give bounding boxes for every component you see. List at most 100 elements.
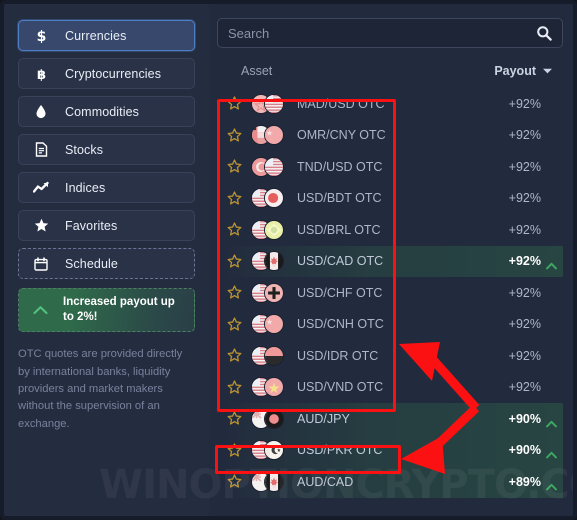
column-header-payout-sort[interactable]: Payout bbox=[494, 62, 557, 80]
favorite-star-icon[interactable] bbox=[227, 474, 242, 489]
sidebar-item-label: Commodities bbox=[65, 104, 140, 119]
favorite-star-icon[interactable] bbox=[227, 317, 242, 332]
currency-pair-flags bbox=[251, 219, 291, 241]
payout-value: +92% bbox=[508, 317, 541, 332]
payout-value: +92% bbox=[508, 191, 541, 206]
asset-name: USD/CHF OTC bbox=[297, 285, 383, 300]
asset-name: USD/IDR OTC bbox=[297, 348, 379, 363]
favorite-star-icon[interactable] bbox=[227, 411, 242, 426]
chevron-up-icon bbox=[29, 305, 51, 315]
svg-text:$: $ bbox=[36, 29, 46, 44]
currency-pair-flags bbox=[251, 282, 291, 304]
payout-cell: +92% bbox=[509, 223, 563, 237]
flag-icon-us bbox=[264, 93, 284, 114]
trend-placeholder bbox=[546, 289, 557, 297]
payout-cell: +89% bbox=[509, 475, 563, 491]
document-icon bbox=[31, 142, 51, 157]
favorite-star-icon[interactable] bbox=[227, 380, 242, 395]
currency-pair-flags bbox=[251, 124, 291, 146]
increased-payout-banner[interactable]: Increased payout up to 2%! bbox=[18, 288, 195, 333]
search-icon[interactable] bbox=[536, 25, 552, 41]
sidebar-item-favorites[interactable]: Favorites bbox=[18, 210, 195, 241]
list-column-headers: Asset Payout bbox=[217, 56, 563, 86]
flag-icon-ca bbox=[264, 471, 284, 492]
asset-name: AUD/CAD bbox=[297, 474, 354, 489]
payout-value: +92% bbox=[508, 159, 541, 174]
droplet-icon bbox=[31, 104, 51, 119]
flag-icon-ca bbox=[264, 251, 284, 272]
flag-icon-cn bbox=[264, 314, 284, 335]
favorite-star-icon[interactable] bbox=[227, 191, 242, 206]
star-icon bbox=[31, 218, 51, 233]
otc-disclaimer-text: OTC quotes are provided directly by inte… bbox=[18, 348, 183, 430]
search-bar[interactable] bbox=[217, 18, 563, 48]
currency-pair-flags bbox=[251, 250, 291, 272]
sidebar-item-cryptocurrencies[interactable]: ฿ Cryptocurrencies bbox=[18, 58, 195, 89]
favorite-star-icon[interactable] bbox=[227, 96, 242, 111]
asset-name: MAD/USD OTC bbox=[297, 96, 385, 111]
payout-cell: +92% bbox=[509, 317, 563, 331]
trend-up-chevron-icon bbox=[546, 415, 557, 428]
payout-value: +92% bbox=[508, 380, 541, 395]
asset-name: USD/BRL OTC bbox=[297, 222, 381, 237]
sidebar-item-currencies[interactable]: $ Currencies bbox=[18, 20, 195, 51]
trend-placeholder bbox=[546, 131, 557, 139]
currency-pair-flags bbox=[251, 156, 291, 178]
column-header-payout: Payout bbox=[494, 64, 536, 78]
asset-name: AUD/JPY bbox=[297, 411, 350, 426]
asset-row[interactable]: OMR/CNY OTC +92% bbox=[217, 120, 563, 152]
asset-name: USD/CAD OTC bbox=[297, 254, 384, 269]
asset-row[interactable]: USD/BRL OTC +92% bbox=[217, 214, 563, 246]
asset-row[interactable]: USD/CAD OTC +92% bbox=[217, 245, 563, 277]
favorite-star-icon[interactable] bbox=[227, 443, 242, 458]
asset-row[interactable]: AUD/CAD +89% bbox=[217, 466, 563, 498]
favorite-star-icon[interactable] bbox=[227, 128, 242, 143]
asset-row[interactable]: USD/IDR OTC +92% bbox=[217, 340, 563, 372]
asset-name: USD/PKR OTC bbox=[297, 443, 383, 458]
sidebar-item-label: Stocks bbox=[65, 142, 104, 157]
favorite-star-icon[interactable] bbox=[227, 348, 242, 363]
asset-row[interactable]: USD/CHF OTC +92% bbox=[217, 277, 563, 309]
payout-value: +92% bbox=[508, 128, 541, 143]
currency-pair-flags bbox=[251, 408, 291, 430]
currency-pair-flags bbox=[251, 93, 291, 115]
favorite-star-icon[interactable] bbox=[227, 254, 242, 269]
favorite-star-icon[interactable] bbox=[227, 159, 242, 174]
currency-pair-flags bbox=[251, 471, 291, 493]
trend-placeholder bbox=[546, 226, 557, 234]
asset-list-panel: Asset Payout MAD/USD OTC +92% OMR/CNY OTC +… bbox=[209, 4, 573, 516]
trend-up-icon bbox=[31, 181, 51, 194]
sidebar-item-commodities[interactable]: Commodities bbox=[18, 96, 195, 127]
trend-placeholder bbox=[546, 352, 557, 360]
payout-value: +90% bbox=[508, 443, 541, 458]
sidebar-item-label: Schedule bbox=[65, 256, 118, 271]
search-input[interactable] bbox=[228, 25, 536, 41]
sidebar-item-stocks[interactable]: Stocks bbox=[18, 134, 195, 165]
asset-name: USD/CNH OTC bbox=[297, 317, 384, 332]
payout-value: +92% bbox=[508, 96, 541, 111]
payout-cell: +92% bbox=[509, 286, 563, 300]
asset-row[interactable]: TND/USD OTC +92% bbox=[217, 151, 563, 183]
payout-cell: +92% bbox=[509, 191, 563, 205]
category-sidebar: $ Currencies ฿ Cryptocurrencies Commodit… bbox=[4, 4, 209, 516]
currency-pair-flags bbox=[251, 439, 291, 461]
payout-value: +92% bbox=[508, 222, 541, 237]
trend-placeholder bbox=[546, 383, 557, 391]
asset-row[interactable]: MAD/USD OTC +92% bbox=[217, 88, 563, 120]
sidebar-item-label: Currencies bbox=[65, 28, 127, 43]
sidebar-item-indices[interactable]: Indices bbox=[18, 172, 195, 203]
asset-row[interactable]: AUD/JPY +90% bbox=[217, 403, 563, 435]
asset-row[interactable]: USD/BDT OTC +92% bbox=[217, 183, 563, 215]
asset-row[interactable]: USD/CNH OTC +92% bbox=[217, 309, 563, 341]
asset-row[interactable]: USD/VND OTC +92% bbox=[217, 372, 563, 404]
asset-name: USD/VND OTC bbox=[297, 380, 384, 395]
payout-cell: +92% bbox=[509, 349, 563, 363]
sidebar-item-schedule[interactable]: Schedule bbox=[18, 248, 195, 279]
payout-value: +92% bbox=[508, 285, 541, 300]
flag-icon-jp bbox=[264, 408, 284, 429]
favorite-star-icon[interactable] bbox=[227, 222, 242, 237]
asset-row[interactable]: USD/PKR OTC +90% bbox=[217, 434, 563, 466]
column-header-asset: Asset bbox=[241, 64, 273, 78]
favorite-star-icon[interactable] bbox=[227, 285, 242, 300]
flag-icon-pk bbox=[264, 440, 284, 461]
